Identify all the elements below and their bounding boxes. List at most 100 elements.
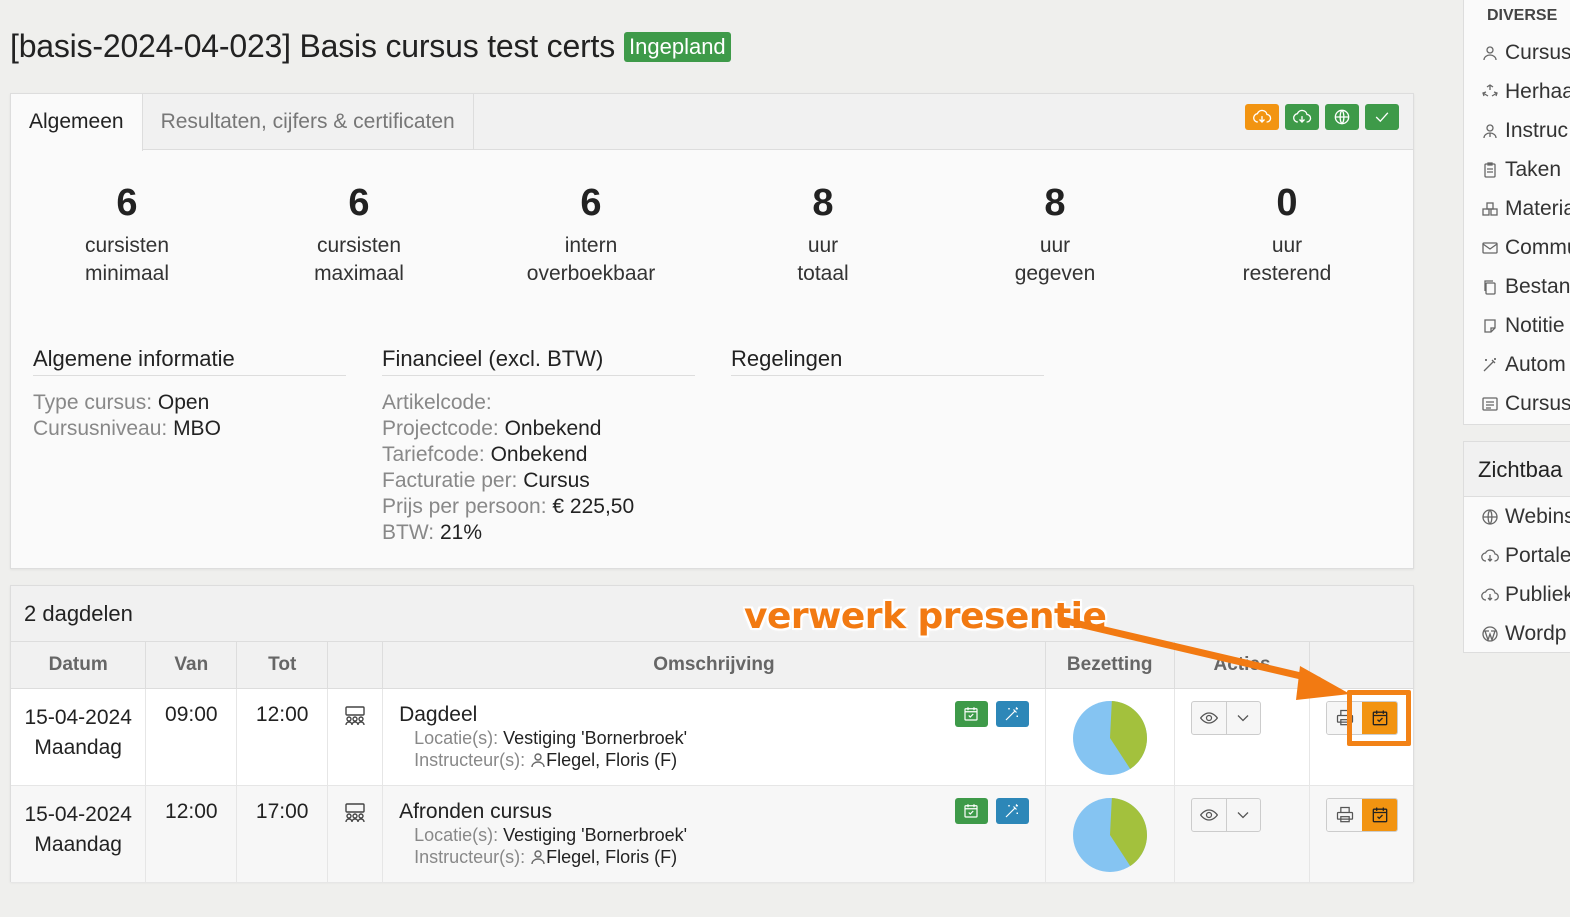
table-row: 15-04-2024 Maandag 09:00 12:00 Dagdeel Lo… — [11, 688, 1413, 786]
stat-label-line2: maximaal — [314, 262, 404, 285]
instructor-value: Flegel, Floris (F) — [546, 846, 678, 867]
info-col-algemeen: Algemene informatie Type cursus: Open Cu… — [33, 346, 346, 546]
sidebar-item-portalen[interactable]: Portale — [1464, 536, 1570, 575]
info-key: Facturatie per: — [382, 469, 518, 492]
col-datum[interactable]: Datum — [11, 642, 147, 689]
row-date: 15-04-2024 — [24, 802, 132, 826]
row-location: Locatie(s): Vestiging 'Bornerbroek' — [399, 824, 1029, 846]
tab-actions — [1245, 104, 1399, 130]
table-header-row: Datum Van Tot Omschrijving Bezetting Act… — [11, 642, 1413, 689]
dropdown-button[interactable] — [1225, 798, 1260, 831]
stat-label-line2: totaal — [797, 262, 849, 285]
chevron-down-icon — [1237, 714, 1249, 721]
sidebar-item-herhaling[interactable]: Herhaa — [1464, 72, 1570, 111]
sidebar-item-label: Notitie — [1505, 313, 1565, 337]
cell-type — [327, 688, 384, 786]
col-extra — [1309, 642, 1413, 689]
cloud-download-icon — [1481, 587, 1499, 601]
cell-from: 12:00 — [145, 785, 238, 883]
calendar-check-icon — [1372, 710, 1388, 725]
sidebar-item-cursus[interactable]: Cursus — [1464, 33, 1570, 72]
info-columns: Algemene informatie Type cursus: Open Cu… — [11, 346, 1413, 546]
info-key: Prijs per persoon: — [382, 495, 547, 518]
view-button[interactable] — [1192, 799, 1226, 831]
stat-label: uur totaal — [707, 232, 939, 288]
stat-value: 8 — [1044, 182, 1066, 224]
view-button[interactable] — [1192, 702, 1226, 734]
dropdown-button[interactable] — [1225, 701, 1260, 734]
info-key: Tariefcode: — [382, 443, 485, 466]
print-button[interactable] — [1327, 701, 1363, 734]
annotation-label: verwerk presentie — [744, 596, 1107, 637]
sidebar-item-webinschrijving[interactable]: Webins — [1464, 497, 1570, 536]
sidebar-item-label: Wordp — [1505, 621, 1567, 645]
occupancy-pie — [1072, 797, 1147, 872]
eye-icon — [1199, 711, 1218, 724]
process-attendance-button[interactable] — [1362, 798, 1398, 831]
calendar-check-button[interactable] — [954, 700, 988, 727]
sidebar-zichtbaarheid: Zichtbaa Webins Portale Publiek Wordp — [1463, 441, 1570, 653]
sidebar-item-automatisering[interactable]: Autom — [1464, 345, 1570, 384]
sidebar-item-notities[interactable]: Notitie — [1464, 306, 1570, 345]
calendar-check-button[interactable] — [954, 797, 988, 824]
instructor-value: Flegel, Floris (F) — [546, 749, 678, 770]
col-bezetting[interactable]: Bezetting — [1045, 642, 1175, 689]
row-instructor: Instructeur(s): Flegel, Floris (F) — [399, 846, 1029, 868]
stat-value: 6 — [580, 182, 602, 224]
globe-icon — [1482, 508, 1498, 525]
sidebar-item-materialen[interactable]: Materia — [1464, 189, 1570, 228]
sidebar-item-communicatie[interactable]: Commu — [1464, 228, 1570, 267]
stat-uur-gegeven: 8 uur gegeven — [939, 182, 1171, 320]
info-value: € 225,50 — [546, 495, 635, 518]
wordpress-icon — [1482, 625, 1498, 642]
location-key: Locatie(s): — [414, 824, 499, 845]
course-overview-card: Algemeen Resultaten, cijfers & certifica… — [10, 93, 1414, 569]
cell-to: 17:00 — [236, 785, 329, 883]
col-tot[interactable]: Tot — [236, 642, 329, 689]
sidebar-item-wordpress[interactable]: Wordp — [1464, 614, 1570, 653]
info-row: Cursusniveau: MBO — [33, 416, 346, 442]
printer-icon — [1336, 806, 1354, 822]
check-button[interactable] — [1365, 104, 1399, 130]
eye-icon — [1199, 808, 1218, 821]
cloud-download-button-green[interactable] — [1285, 104, 1319, 130]
tab-algemeen[interactable]: Algemeen — [11, 94, 143, 151]
col-van[interactable]: Van — [145, 642, 238, 689]
dagdelen-title: 2 dagdelen — [11, 586, 1413, 642]
sidebar-item-publiek[interactable]: Publiek — [1464, 575, 1570, 614]
sidebar-item-taken[interactable]: Taken — [1464, 150, 1570, 189]
info-row: Projectcode: Onbekend — [382, 416, 695, 442]
location-value: Vestiging 'Bornerbroek' — [498, 824, 688, 845]
extra-actions-group — [1326, 700, 1399, 735]
info-heading: Financieel (excl. BTW) — [382, 346, 695, 376]
cloud-download-button-orange[interactable] — [1245, 104, 1279, 130]
row-day: Maandag — [34, 735, 122, 759]
location-key: Locatie(s): — [414, 727, 499, 748]
row-desc-buttons — [954, 797, 1029, 824]
info-row: Facturatie per: Cursus — [382, 468, 695, 494]
magic-wand-button[interactable] — [995, 797, 1029, 824]
info-heading: Algemene informatie — [33, 346, 346, 376]
info-row: Tariefcode: Onbekend — [382, 442, 695, 468]
instructor-key: Instructeur(s): — [414, 846, 526, 867]
col-omschrijving[interactable]: Omschrijving — [382, 642, 1046, 689]
stat-label-line1: uur — [807, 234, 839, 257]
sidebar-item-bestanden[interactable]: Bestan — [1464, 267, 1570, 306]
table-row: 15-04-2024 Maandag 12:00 17:00 Afronden c… — [11, 785, 1413, 883]
magic-wand-button[interactable] — [995, 700, 1029, 727]
sidebar-item-label: Bestan — [1505, 274, 1570, 298]
sidebar-item-instructeurs[interactable]: Instruc — [1464, 111, 1570, 150]
tab-resultaten[interactable]: Resultaten, cijfers & certificaten — [143, 94, 474, 149]
classroom-icon — [345, 802, 365, 822]
sidebar-item-label: Cursus — [1505, 391, 1570, 415]
chevron-down-icon — [1237, 811, 1249, 818]
stat-label: cursisten minimaal — [11, 232, 243, 288]
sidebar-item-cursuslijst[interactable]: Cursus — [1464, 384, 1570, 423]
status-badge: Ingepland — [624, 31, 731, 62]
globe-button[interactable] — [1325, 104, 1359, 130]
info-row: BTW: 21% — [382, 520, 695, 546]
info-value: 21% — [434, 521, 482, 544]
process-attendance-button[interactable] — [1362, 701, 1398, 734]
copy-icon — [1484, 279, 1496, 295]
print-button[interactable] — [1327, 798, 1363, 831]
